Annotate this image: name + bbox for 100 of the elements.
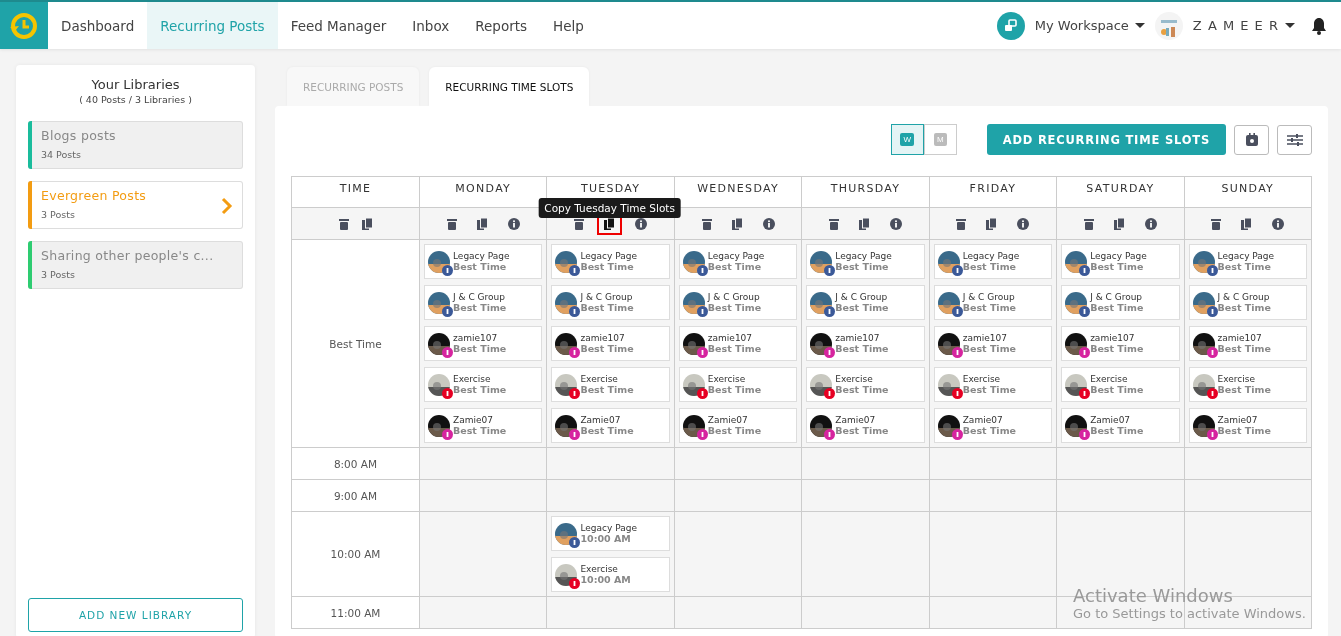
- slot-time: Best Time: [1090, 384, 1144, 395]
- network-badge-icon: [442, 346, 453, 358]
- time-slot-card[interactable]: Legacy Page Best Time: [551, 244, 670, 279]
- library-item[interactable]: Evergreen Posts 3 Posts: [28, 181, 243, 229]
- account-name: Exercise: [580, 374, 619, 384]
- bell-icon[interactable]: [1311, 16, 1327, 35]
- time-slot-card[interactable]: Exercise 10:00 AM: [551, 557, 670, 592]
- network-badge-icon: [696, 346, 708, 358]
- trash-icon[interactable]: [1211, 217, 1222, 230]
- account-name: zamie107: [580, 333, 626, 343]
- network-badge-icon: [569, 305, 581, 317]
- nav-link[interactable]: Dashboard: [48, 2, 148, 49]
- calendar-preview-button[interactable]: [1234, 124, 1269, 155]
- account-name: Legacy Page: [580, 251, 637, 261]
- network-badge-icon: [1079, 346, 1091, 358]
- network-badge-icon: [696, 387, 708, 399]
- network-badge-icon: [824, 428, 836, 440]
- clock-icon: [9, 10, 39, 41]
- nav-link[interactable]: Feed Manager: [277, 2, 400, 49]
- account-name: zamie107: [453, 333, 499, 343]
- time-slot-card[interactable]: Exercise Best Time: [1061, 367, 1180, 402]
- time-slot-card[interactable]: Exercise Best Time: [933, 367, 1053, 402]
- user-menu[interactable]: Z A M E E R: [1182, 18, 1305, 33]
- account-name: Legacy Page: [707, 251, 765, 261]
- copy-icon[interactable]: [361, 217, 373, 230]
- time-slot-card[interactable]: J & C Group Best Time: [678, 285, 798, 320]
- nav-link[interactable]: Help: [540, 2, 597, 49]
- account-name: Legacy Page: [580, 523, 637, 533]
- time-slot-card[interactable]: Exercise Best Time: [424, 367, 543, 402]
- time-slot-card[interactable]: Exercise Best Time: [1188, 367, 1307, 402]
- time-slot-card[interactable]: zamie107 Best Time: [678, 326, 798, 361]
- filter-button[interactable]: [1277, 124, 1312, 155]
- trash-icon[interactable]: [338, 217, 349, 230]
- time-slot-card[interactable]: Zamie07 Best Time: [1061, 408, 1180, 443]
- slot-time: Best Time: [580, 261, 635, 272]
- slot-time: Best Time: [1217, 261, 1272, 272]
- info-icon[interactable]: [1272, 217, 1285, 230]
- time-slot-card[interactable]: Zamie07 Best Time: [1188, 408, 1307, 443]
- trash-icon[interactable]: [1083, 217, 1094, 230]
- network-badge-icon: [951, 428, 963, 440]
- network-badge-icon: [1206, 428, 1218, 440]
- time-slot-card[interactable]: Legacy Page Best Time: [678, 244, 798, 279]
- network-badge-icon: [1079, 305, 1091, 317]
- time-slot-card[interactable]: J & C Group Best Time: [1188, 285, 1307, 320]
- time-slot-card[interactable]: Legacy Page Best Time: [806, 244, 925, 279]
- info-icon[interactable]: [635, 217, 648, 230]
- time-slot-card[interactable]: zamie107 Best Time: [806, 326, 925, 361]
- time-slot-card[interactable]: J & C Group Best Time: [551, 285, 670, 320]
- library-item[interactable]: Sharing other people's c... 3 Posts: [28, 241, 243, 289]
- time-slot-card[interactable]: Zamie07 Best Time: [551, 408, 670, 443]
- slot-time: Best Time: [453, 425, 507, 436]
- time-slot-card[interactable]: zamie107 Best Time: [1061, 326, 1180, 361]
- account-name: Zamie07: [1217, 415, 1259, 425]
- calendar-icon: [1244, 132, 1259, 147]
- time-slot-card[interactable]: Zamie07 Best Time: [933, 408, 1053, 443]
- info-icon[interactable]: [507, 217, 520, 230]
- time-slot-card[interactable]: Exercise Best Time: [806, 367, 925, 402]
- workspace-dropdown[interactable]: My Workspace: [1024, 18, 1155, 33]
- time-slot-card[interactable]: Legacy Page 10:00 AM: [551, 516, 670, 551]
- time-slot-card[interactable]: Legacy Page Best Time: [1188, 244, 1307, 279]
- time-slot-card[interactable]: J & C Group Best Time: [424, 285, 543, 320]
- copy-icon: [986, 217, 998, 230]
- time-slot-card[interactable]: zamie107 Best Time: [551, 326, 670, 361]
- time-slot-card[interactable]: Zamie07 Best Time: [424, 408, 543, 443]
- info-icon[interactable]: [762, 217, 775, 230]
- time-slot-card[interactable]: J & C Group Best Time: [1061, 285, 1180, 320]
- time-slot-card[interactable]: zamie107 Best Time: [424, 326, 543, 361]
- account-name: Zamie07: [580, 415, 622, 425]
- nav-link[interactable]: Reports: [462, 2, 541, 49]
- time-slot-card[interactable]: Exercise Best Time: [551, 367, 670, 402]
- time-slot-card[interactable]: Zamie07 Best Time: [678, 408, 798, 443]
- trash-icon[interactable]: [829, 217, 839, 230]
- workspace-icon[interactable]: [996, 11, 1025, 40]
- time-slot-card[interactable]: zamie107 Best Time: [933, 326, 1053, 361]
- trash-icon[interactable]: [574, 217, 585, 230]
- account-name: Exercise: [707, 374, 747, 384]
- info-icon[interactable]: [1017, 217, 1030, 230]
- account-name: J & C Group: [1217, 292, 1271, 302]
- trash-icon[interactable]: [701, 217, 712, 230]
- info-icon[interactable]: [890, 217, 902, 230]
- nav-link[interactable]: Inbox: [399, 2, 463, 49]
- trash-icon[interactable]: [446, 217, 457, 230]
- slot-time: 10:00 AM: [580, 574, 631, 585]
- time-slot-card[interactable]: Legacy Page Best Time: [1061, 244, 1180, 279]
- library-item[interactable]: Blogs posts 34 Posts: [28, 121, 243, 169]
- time-slot-card[interactable]: Exercise Best Time: [678, 367, 798, 402]
- tab[interactable]: RECURRING TIME SLOTS: [429, 67, 590, 106]
- trash-icon[interactable]: [956, 217, 967, 230]
- info-icon[interactable]: [1144, 217, 1157, 230]
- slot-time: Best Time: [1090, 302, 1144, 313]
- time-slot-card[interactable]: zamie107 Best Time: [1188, 326, 1307, 361]
- time-slot-card[interactable]: Legacy Page Best Time: [424, 244, 543, 279]
- network-badge-icon: [951, 387, 963, 399]
- time-slot-card[interactable]: J & C Group Best Time: [806, 285, 925, 320]
- slot-time: Best Time: [453, 343, 507, 354]
- time-slot-card[interactable]: Zamie07 Best Time: [806, 408, 925, 443]
- time-slot-card[interactable]: J & C Group Best Time: [933, 285, 1053, 320]
- account-name: zamie107: [1090, 333, 1136, 343]
- time-slot-card[interactable]: Legacy Page Best Time: [933, 244, 1053, 279]
- network-badge-icon: [569, 346, 581, 358]
